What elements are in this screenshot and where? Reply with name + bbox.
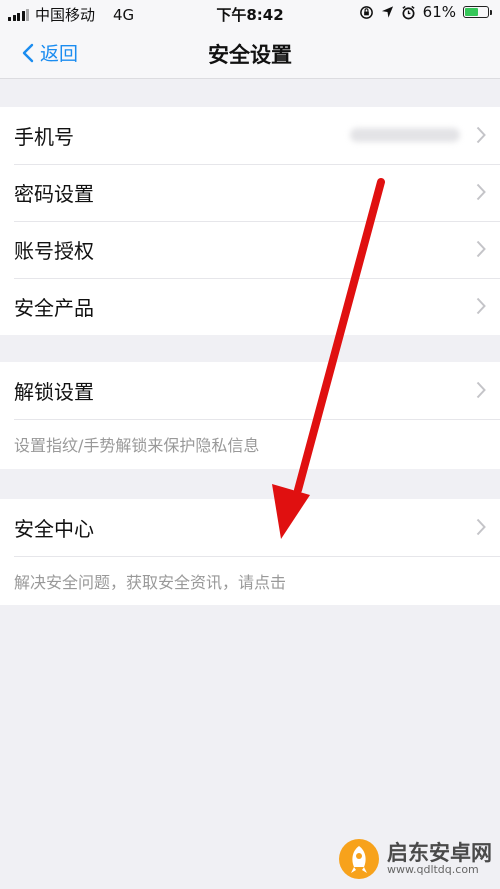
watermark-logo-icon	[339, 839, 379, 879]
site-watermark: 启东安卓网 www.qdltdq.com	[337, 837, 492, 881]
row-security-center[interactable]: 安全中心	[0, 499, 500, 556]
chevron-right-icon	[476, 240, 486, 258]
row-label: 解锁设置	[14, 380, 94, 404]
battery-icon	[463, 6, 492, 18]
chevron-right-icon	[476, 297, 486, 315]
nav-bar: 返回 安全设置	[0, 26, 500, 79]
watermark-name: 启东安卓网	[387, 841, 492, 866]
masked-phone-value	[350, 128, 460, 142]
hint-text: 解决安全问题，获取安全资讯，请点击	[14, 572, 287, 592]
hint-text: 设置指纹/手势解锁来保护隐私信息	[14, 436, 260, 455]
row-account-authorization[interactable]: 账号授权	[0, 221, 500, 278]
row-label: 账号授权	[14, 239, 94, 263]
row-phone-number[interactable]: 手机号	[0, 107, 500, 164]
battery-fill	[465, 8, 479, 16]
watermark-url: www.qdltdq.com	[387, 863, 479, 877]
row-label: 手机号	[14, 125, 74, 149]
chevron-right-icon	[476, 381, 486, 399]
row-security-products[interactable]: 安全产品	[0, 278, 500, 335]
location-icon	[381, 6, 393, 18]
row-label: 密码设置	[14, 182, 94, 206]
rotation-lock-icon	[359, 5, 373, 19]
status-bar: 中国移动 4G 下午8:42 61%	[0, 0, 500, 26]
row-password-settings[interactable]: 密码设置	[0, 164, 500, 221]
chevron-right-icon	[476, 126, 486, 144]
unlock-hint: 设置指纹/手势解锁来保护隐私信息	[0, 419, 500, 469]
chevron-right-icon	[476, 183, 486, 201]
page-title: 安全设置	[208, 43, 292, 67]
row-unlock-settings[interactable]: 解锁设置	[0, 362, 500, 419]
row-label: 安全产品	[14, 296, 94, 320]
security-center-hint: 解决安全问题，获取安全资讯，请点击	[0, 556, 500, 605]
status-right: 61%	[359, 3, 492, 21]
row-label: 安全中心	[14, 517, 94, 541]
account-section: 手机号 密码设置 账号授权 安全产品	[0, 107, 500, 335]
unlock-section: 解锁设置 设置指纹/手势解锁来保护隐私信息	[0, 362, 500, 469]
chevron-right-icon	[476, 518, 486, 536]
alarm-icon	[402, 5, 415, 19]
battery-percent: 61%	[422, 3, 456, 21]
security-center-section: 安全中心 解决安全问题，获取安全资讯，请点击	[0, 499, 500, 605]
